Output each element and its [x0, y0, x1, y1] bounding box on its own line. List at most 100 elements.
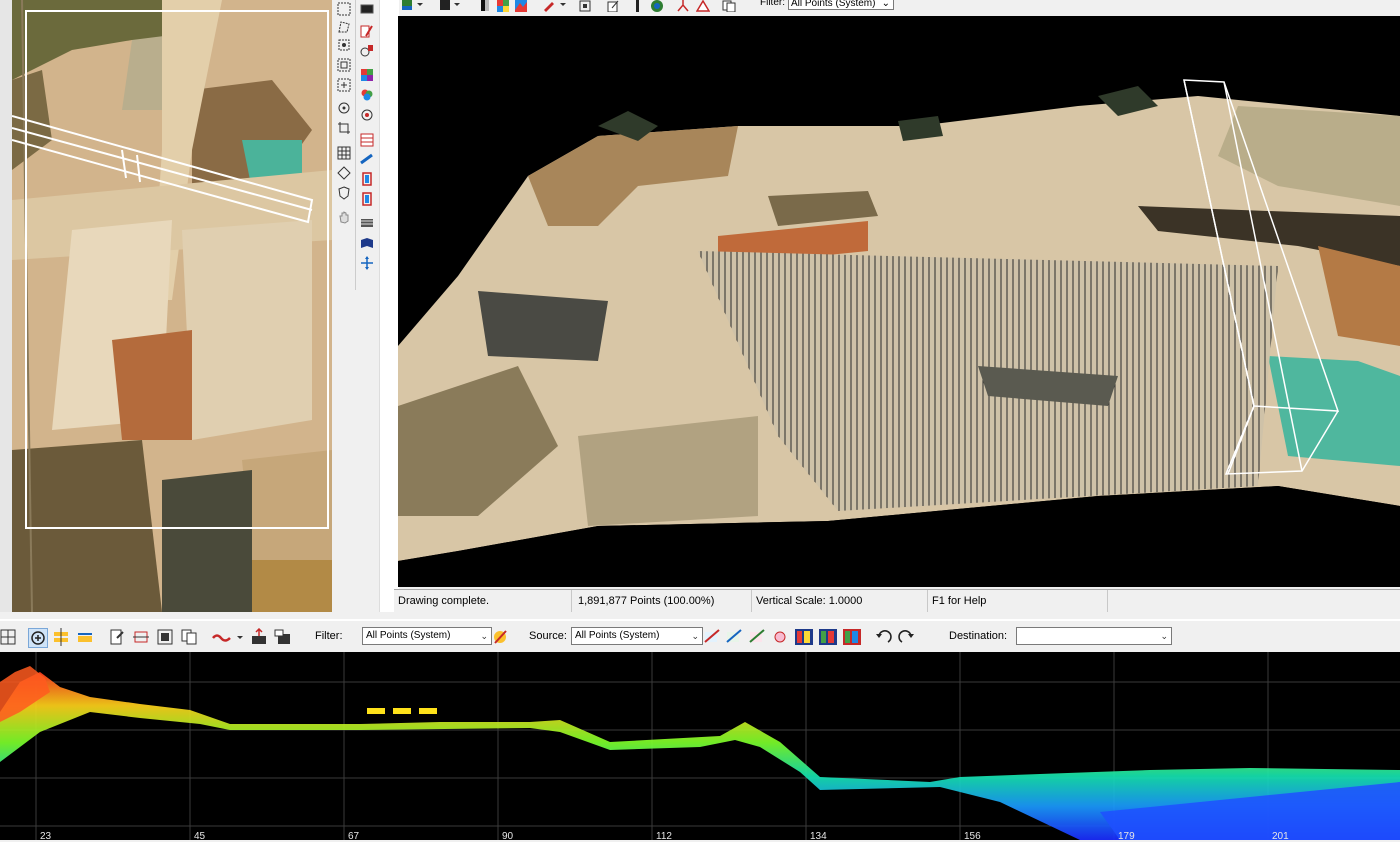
palette-icon[interactable] [360, 88, 374, 102]
grid-icon[interactable] [337, 146, 351, 160]
axis-tick-label: 201 [1272, 831, 1289, 842]
source-value: All Points (System) [575, 630, 660, 641]
pan-profile-icon[interactable] [52, 628, 70, 646]
main-toolbar: Filter: All Points (System) ⌄ [398, 0, 1400, 14]
settings-profile-icon[interactable] [274, 628, 292, 646]
table-icon[interactable] [360, 133, 374, 147]
axis-tick-label: 179 [1118, 831, 1135, 842]
axis-tick-label: 67 [348, 831, 360, 842]
axis-tick-label: 90 [502, 831, 514, 842]
measure-icon[interactable] [132, 628, 150, 646]
profile-cross-section [0, 652, 1400, 840]
color-mode-dropdown-icon[interactable] [400, 0, 428, 12]
status-message: Drawing complete. [394, 590, 572, 612]
target-icon[interactable] [360, 108, 374, 122]
profile-view[interactable] [0, 652, 1400, 840]
chevron-down-icon: ⌄ [691, 631, 699, 641]
classify-building-icon[interactable] [748, 628, 766, 646]
color-ramp-3-icon[interactable] [842, 628, 862, 646]
rgb-color-icon[interactable] [496, 0, 510, 12]
line-style-dropdown-icon[interactable] [212, 628, 244, 646]
section-box-icon[interactable] [360, 172, 374, 186]
color-cube-icon[interactable] [360, 68, 374, 82]
triangle-tool-icon[interactable] [696, 0, 710, 12]
vertical-toolbar-1 [333, 0, 355, 612]
zoom-circle-icon[interactable] [337, 101, 351, 115]
chevron-down-icon: ⌄ [1160, 631, 1168, 641]
vertical-toolbar-2 [355, 0, 381, 290]
profile-filter-label: Filter: [315, 630, 343, 642]
color-ramp-1-icon[interactable] [794, 628, 814, 646]
redo-icon[interactable] [898, 628, 916, 646]
classify-ground-icon[interactable] [703, 628, 721, 646]
source-label: Source: [529, 630, 567, 642]
pin-icon[interactable] [630, 0, 644, 12]
top-filter-value: All Points (System) [791, 0, 876, 9]
undo-icon[interactable] [874, 628, 892, 646]
select-lasso-icon[interactable] [337, 38, 351, 52]
source-select[interactable]: All Points (System) ⌄ [571, 627, 703, 645]
point-cloud-3d-view[interactable] [398, 16, 1400, 587]
status-help: F1 for Help [928, 590, 1108, 612]
chevron-down-icon: ⌄ [881, 0, 890, 9]
profile-line-icon[interactable] [360, 153, 374, 167]
destination-select[interactable]: ⌄ [1016, 627, 1172, 645]
status-bar: Drawing complete. 1,891,877 Points (100.… [394, 589, 1400, 612]
status-points: 1,891,877 Points (100.00%) [574, 590, 752, 612]
intensity-icon[interactable] [478, 0, 492, 12]
top-filter-select[interactable]: All Points (System) ⌄ [788, 0, 894, 10]
properties-icon[interactable] [108, 628, 126, 646]
profile-vehicles [367, 708, 437, 714]
grid-view-icon[interactable] [0, 628, 18, 646]
select-polygon-icon[interactable] [337, 20, 351, 34]
status-empty [1108, 590, 1400, 612]
select-box-icon[interactable] [337, 78, 351, 92]
classify-veg-icon[interactable] [725, 628, 743, 646]
profile-filter-select[interactable]: All Points (System) ⌄ [362, 627, 492, 645]
layer-icon[interactable] [360, 2, 374, 16]
hatch-icon[interactable] [360, 216, 374, 230]
profile-filter-value: All Points (System) [366, 630, 451, 641]
shield-select-icon[interactable] [337, 186, 351, 200]
axis-tick-label: 23 [40, 831, 52, 842]
select-region-icon[interactable] [578, 0, 592, 12]
select-all-icon[interactable] [337, 58, 351, 72]
frame-icon[interactable] [156, 628, 174, 646]
section-box-alt-icon[interactable] [360, 192, 374, 206]
diamond-icon[interactable] [337, 166, 351, 180]
filter-settings-icon[interactable] [492, 628, 510, 646]
hand-pan-icon[interactable] [337, 210, 351, 224]
edit-icon[interactable] [606, 0, 620, 12]
top-filter-label: Filter: [760, 0, 785, 8]
classify-dropdown-icon[interactable] [542, 0, 570, 12]
book-icon[interactable] [360, 236, 374, 250]
copy-profile-icon[interactable] [180, 628, 198, 646]
classify-point-icon[interactable] [772, 628, 790, 646]
profile-toolbar: Filter: All Points (System) ⌄ Source: Al… [0, 619, 1400, 653]
copy-icon[interactable] [722, 0, 736, 12]
color-ramp-2-icon[interactable] [818, 628, 838, 646]
draw-line-icon[interactable] [360, 24, 374, 38]
axis-tick-label: 156 [964, 831, 981, 842]
select-points-icon[interactable] [337, 2, 351, 16]
move-icon[interactable] [360, 256, 374, 270]
pane-divider[interactable] [379, 0, 399, 612]
crop-icon[interactable] [337, 121, 351, 135]
export-profile-icon[interactable] [250, 628, 268, 646]
axis-tick-label: 112 [656, 831, 672, 842]
axis-tick-label: 45 [194, 831, 206, 842]
axis-tick-label: 134 [810, 831, 827, 842]
chevron-down-icon: ⌄ [480, 631, 488, 641]
point-cloud-render [398, 16, 1400, 587]
globe-icon[interactable] [650, 0, 664, 12]
level-profile-icon[interactable] [76, 628, 94, 646]
render-mode-dropdown-icon[interactable] [438, 0, 464, 12]
axes-icon[interactable] [676, 0, 690, 12]
status-vertical-scale: Vertical Scale: 1.0000 [752, 590, 928, 612]
aerial-image-view[interactable] [12, 0, 332, 612]
aerial-image [12, 0, 332, 612]
elevation-color-icon[interactable] [514, 0, 528, 12]
zoom-in-icon[interactable] [28, 628, 48, 648]
destination-label: Destination: [949, 630, 1008, 642]
zoom-layer-icon[interactable] [360, 44, 374, 58]
